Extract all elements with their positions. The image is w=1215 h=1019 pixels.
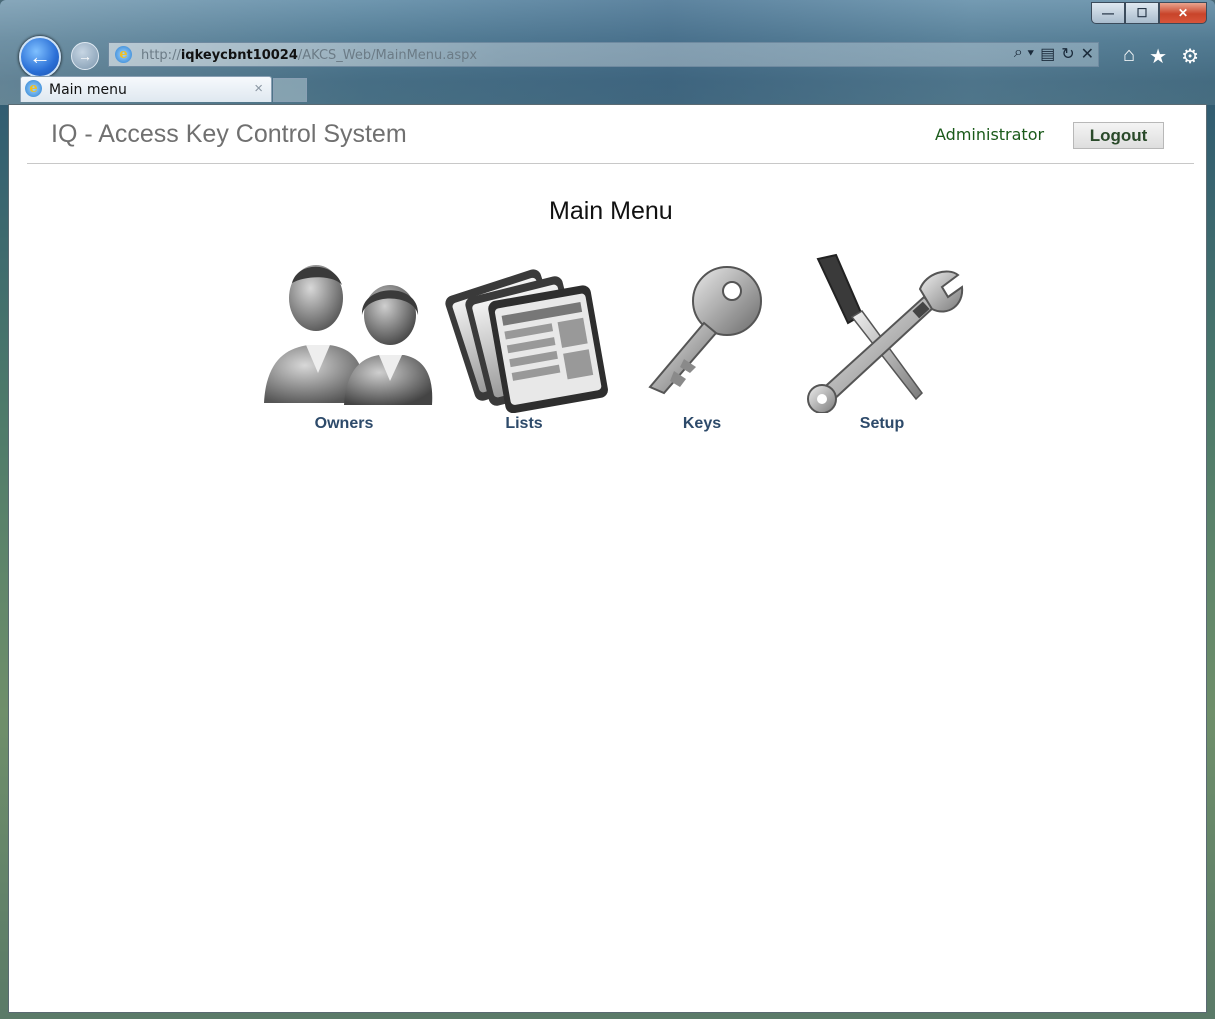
ie-page-icon: e (115, 46, 132, 63)
browser-tab[interactable]: e Main menu × (20, 76, 272, 102)
logout-button[interactable]: Logout (1073, 122, 1164, 149)
close-window-button[interactable]: ✕ (1159, 2, 1207, 24)
minimize-button[interactable]: — (1091, 2, 1125, 24)
tile-owners[interactable]: Owners (254, 253, 434, 443)
back-button[interactable]: ← (19, 36, 61, 78)
header-divider (27, 163, 1194, 164)
tile-keys[interactable]: Keys (612, 253, 792, 443)
favorites-star-icon[interactable]: ★ (1149, 44, 1167, 69)
maximize-button[interactable]: ☐ (1125, 2, 1159, 24)
tile-lists[interactable]: Lists (434, 253, 614, 443)
refresh-icon[interactable]: ↻ (1061, 44, 1074, 64)
browser-window: — ☐ ✕ ← → e http://iqkeycbnt10024/AKCS_W… (0, 0, 1215, 1019)
key-icon (648, 266, 762, 395)
back-arrow-icon: ← (29, 44, 51, 69)
stop-icon[interactable]: ✕ (1081, 44, 1094, 64)
tile-label-setup[interactable]: Setup (792, 415, 972, 433)
app-title: IQ - Access Key Control System (51, 120, 407, 148)
gear-icon[interactable]: ⚙ (1181, 44, 1199, 69)
address-tools: ⌕ ▾ ▤ ↻ ✕ (1014, 44, 1094, 64)
tab-close-icon[interactable]: × (254, 80, 263, 97)
url-host: iqkeycbnt10024 (180, 48, 298, 63)
search-icon[interactable]: ⌕ ▾ (1014, 44, 1034, 64)
browser-toolbar-icons: ⌂ ★ ⚙ (1123, 44, 1199, 69)
address-url[interactable]: http://iqkeycbnt10024/AKCS_Web/MainMenu.… (141, 48, 477, 63)
forward-button[interactable]: → (71, 42, 99, 70)
window-caption-buttons: — ☐ ✕ (1091, 2, 1207, 24)
ie-tab-icon: e (25, 80, 42, 97)
close-icon: ✕ (1177, 6, 1189, 20)
url-prefix: http:// (141, 48, 181, 63)
tile-label-owners[interactable]: Owners (254, 415, 434, 433)
new-tab-button[interactable] (273, 78, 307, 102)
people-icon (264, 265, 433, 405)
tile-setup[interactable]: Setup (792, 253, 972, 443)
url-path: /AKCS_Web/MainMenu.aspx (297, 48, 478, 63)
tools-icon (807, 253, 964, 413)
home-icon[interactable]: ⌂ (1123, 44, 1135, 69)
address-bar[interactable]: e http://iqkeycbnt10024/AKCS_Web/MainMen… (108, 42, 1099, 67)
lists-icon (445, 269, 608, 413)
page-content: IQ - Access Key Control System Administr… (8, 104, 1207, 1013)
current-user: Administrator (935, 125, 1045, 144)
tile-label-keys[interactable]: Keys (612, 415, 792, 433)
tab-title: Main menu (49, 82, 127, 98)
compatibility-view-icon[interactable]: ▤ (1040, 44, 1055, 64)
forward-arrow-icon: → (78, 48, 92, 64)
page-title: Main Menu (549, 197, 673, 225)
tile-label-lists[interactable]: Lists (434, 415, 614, 433)
maximize-icon: ☐ (1136, 6, 1148, 20)
minimize-icon: — (1102, 6, 1114, 20)
